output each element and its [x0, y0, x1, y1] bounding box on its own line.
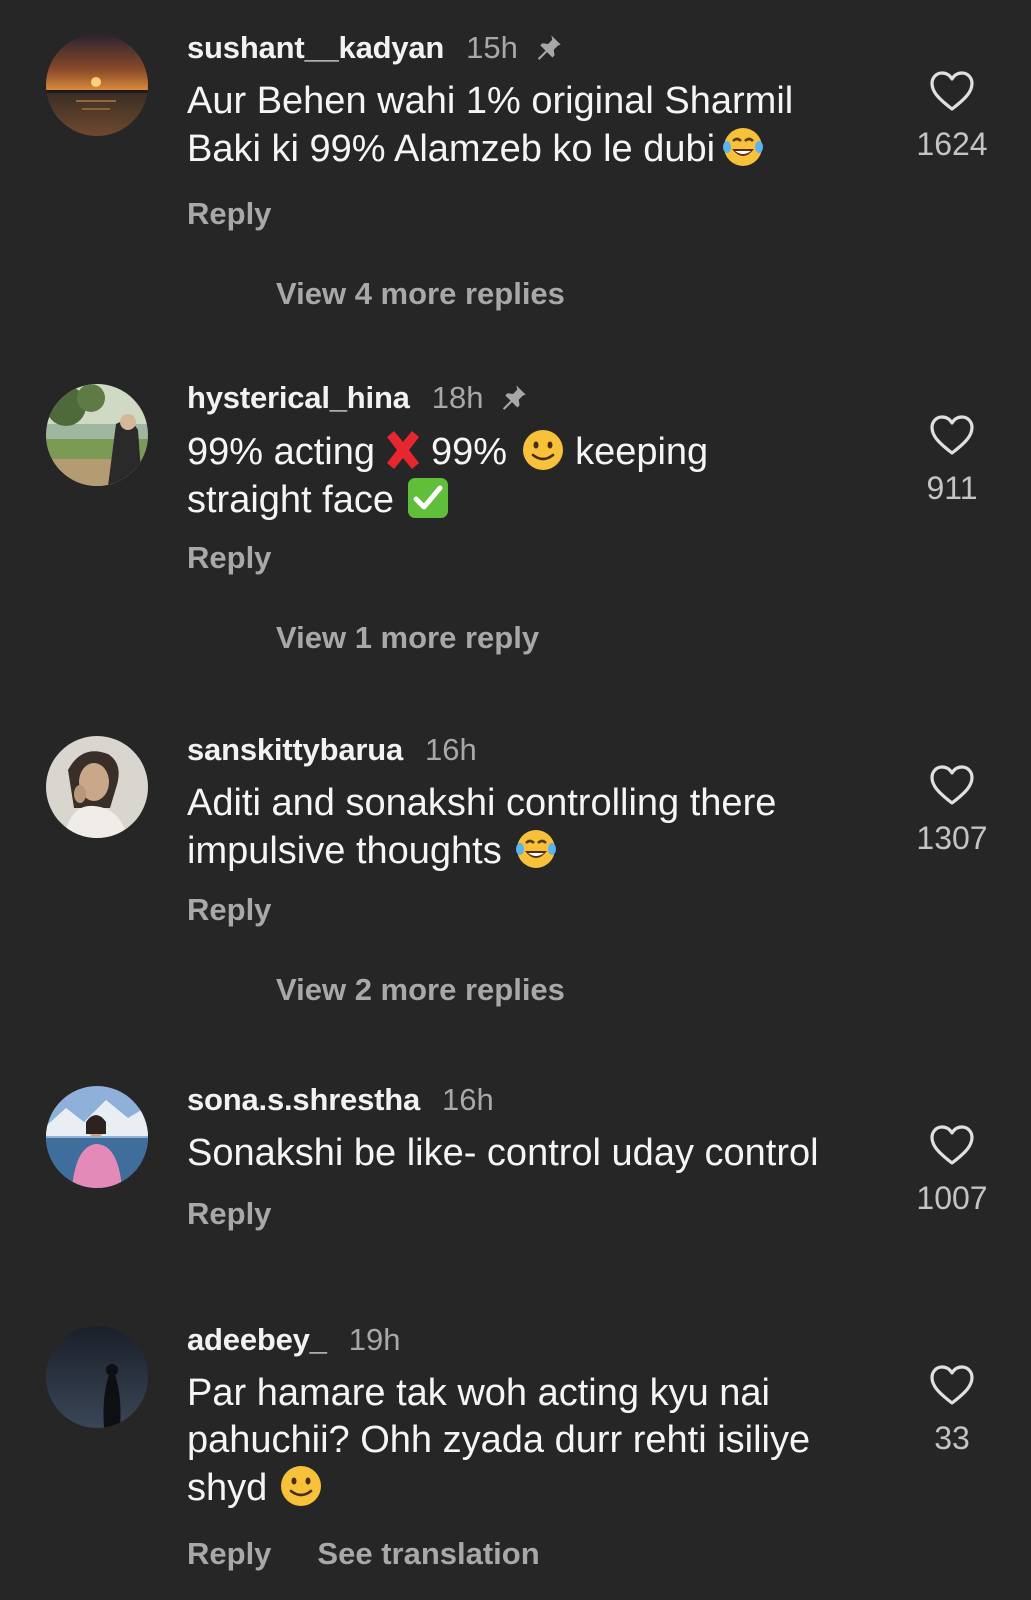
username[interactable]: sushant__kadyan	[187, 30, 444, 66]
comment-time: 19h	[348, 1322, 401, 1357]
avatar[interactable]	[46, 1086, 148, 1188]
username[interactable]: adeebey_	[187, 1322, 327, 1358]
cross-mark-icon	[381, 428, 425, 472]
comment-text: 99% acting 99% keeping straight face	[187, 428, 867, 524]
comment-text-part: keeping	[575, 431, 709, 473]
heart-icon[interactable]	[929, 1364, 975, 1406]
heart-icon[interactable]	[929, 764, 975, 806]
heart-icon[interactable]	[929, 1124, 975, 1166]
avatar[interactable]	[46, 384, 148, 486]
comment-text-part: 99%	[431, 431, 508, 473]
comment-text-line: impulsive thoughts	[187, 830, 502, 872]
comment-text: Aditi and sonakshi controlling there imp…	[187, 780, 867, 875]
check-mark-button-icon	[406, 476, 450, 520]
comment-text-line: pahuchii? Ohh zyada durr rehti isiliye	[187, 1419, 811, 1461]
comment-time: 16h	[425, 732, 477, 767]
view-more-replies-button[interactable]: View 2 more replies	[276, 972, 565, 1008]
avatar[interactable]	[46, 736, 148, 838]
comment-text-line: Sonakshi be like- control uday control	[187, 1132, 819, 1174]
comment-time: 15h	[466, 30, 518, 65]
username[interactable]: sanskittybarua	[187, 732, 403, 768]
laughing-tears-emoji-icon	[514, 827, 558, 871]
username[interactable]: hysterical_hina	[187, 380, 410, 416]
comment-text-part: 99% acting	[187, 431, 376, 473]
reply-button[interactable]: Reply	[187, 1196, 271, 1232]
view-more-replies-button[interactable]: View 4 more replies	[276, 276, 565, 312]
comment-text-line: Aur Behen wahi 1% original Sharmil	[187, 80, 794, 122]
comment-time: 16h	[442, 1082, 494, 1117]
username[interactable]: sona.s.shrestha	[187, 1082, 420, 1118]
like-count: 1624	[916, 126, 988, 162]
comment-text: Aur Behen wahi 1% original Sharmil Baki …	[187, 78, 867, 173]
pin-icon	[497, 382, 529, 414]
slight-smile-emoji-icon	[521, 428, 565, 472]
comment-text-part: straight face	[187, 479, 394, 521]
comment-time: 18h	[431, 380, 484, 415]
reply-button[interactable]: Reply	[187, 1536, 271, 1572]
reply-button[interactable]: Reply	[187, 892, 271, 928]
slight-smile-emoji-icon	[279, 1464, 323, 1508]
avatar[interactable]	[46, 1326, 148, 1428]
avatar[interactable]	[46, 34, 148, 136]
reply-button[interactable]: Reply	[187, 540, 271, 576]
heart-icon[interactable]	[929, 70, 975, 112]
heart-icon[interactable]	[929, 414, 975, 456]
comment-text: Sonakshi be like- control uday control	[187, 1130, 887, 1177]
comment-text-line: Aditi and sonakshi controlling there	[187, 782, 777, 824]
comment-text-line: shyd	[187, 1467, 268, 1509]
like-count: 33	[934, 1420, 970, 1456]
view-more-replies-button[interactable]: View 1 more reply	[276, 620, 539, 656]
laughing-tears-emoji-icon	[721, 125, 765, 169]
comment-text-line: Par hamare tak woh acting kyu nai	[187, 1372, 770, 1414]
like-count: 1007	[916, 1180, 988, 1216]
pin-icon	[532, 32, 564, 64]
reply-button[interactable]: Reply	[187, 196, 271, 232]
like-count: 911	[926, 470, 978, 506]
see-translation-button[interactable]: See translation	[317, 1536, 539, 1572]
like-count: 1307	[916, 820, 988, 856]
comment-text: Par hamare tak woh acting kyu nai pahuch…	[187, 1370, 867, 1512]
comment-text-line: Baki ki 99% Alamzeb ko le dubi	[187, 128, 716, 170]
